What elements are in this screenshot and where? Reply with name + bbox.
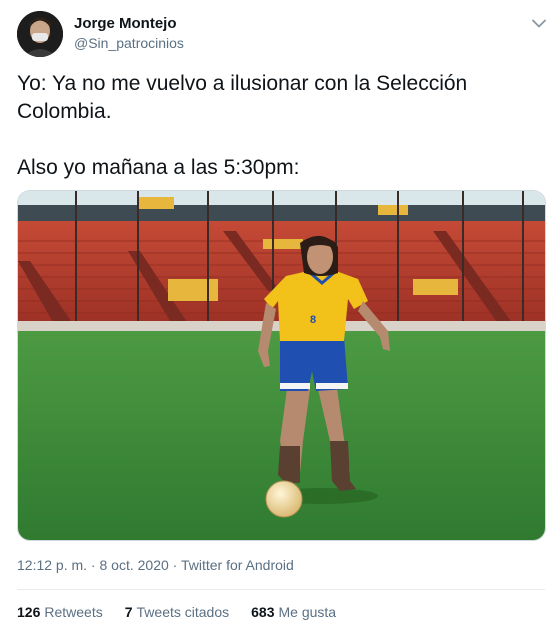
- quote-tweets-stat[interactable]: 7 Tweets citados: [125, 604, 229, 620]
- tweet-card: Jorge Montejo @Sin_patrocinios Yo: Ya no…: [0, 0, 560, 630]
- tweet-stats: 126 Retweets 7 Tweets citados 683 Me gusta: [17, 604, 358, 620]
- avatar-photo: [17, 11, 63, 57]
- tweet-text-line: Also yo mañana a las 5:30pm:: [17, 156, 300, 179]
- photo-footballer-in-stadium: 8: [18, 191, 545, 540]
- retweets-label: Retweets: [44, 604, 103, 620]
- tweet-date: 8 oct. 2020: [99, 557, 169, 573]
- author-block: Jorge Montejo @Sin_patrocinios: [74, 14, 184, 53]
- likes-stat[interactable]: 683 Me gusta: [251, 604, 336, 620]
- timestamp-separator: ·: [168, 557, 181, 573]
- tweet-text-line: Yo: Ya no me vuelvo a ilusionar con la S…: [17, 72, 468, 123]
- retweets-count: 126: [17, 604, 41, 620]
- likes-count: 683: [251, 604, 275, 620]
- quotes-label: Tweets citados: [136, 604, 230, 620]
- retweets-stat[interactable]: 126 Retweets: [17, 604, 103, 620]
- tweet-source[interactable]: Twitter for Android: [181, 557, 294, 573]
- likes-label: Me gusta: [278, 604, 337, 620]
- tweet-media-photo[interactable]: 8: [17, 190, 546, 541]
- tweet-time: 12:12 p. m.: [17, 557, 88, 573]
- svg-text:8: 8: [310, 314, 316, 326]
- timestamp-separator: ·: [87, 557, 100, 573]
- chevron-down-icon: [532, 19, 546, 27]
- tweet-timestamp[interactable]: 12:12 p. m. · 8 oct. 2020 · Twitter for …: [17, 557, 294, 573]
- user-handle[interactable]: @Sin_patrocinios: [74, 34, 184, 53]
- divider: [17, 589, 545, 590]
- avatar[interactable]: [17, 11, 63, 57]
- tweet-menu-button[interactable]: [528, 12, 550, 34]
- tweet-text: Yo: Ya no me vuelvo a ilusionar con la S…: [17, 70, 537, 182]
- quotes-count: 7: [124, 604, 133, 620]
- display-name[interactable]: Jorge Montejo: [74, 14, 184, 33]
